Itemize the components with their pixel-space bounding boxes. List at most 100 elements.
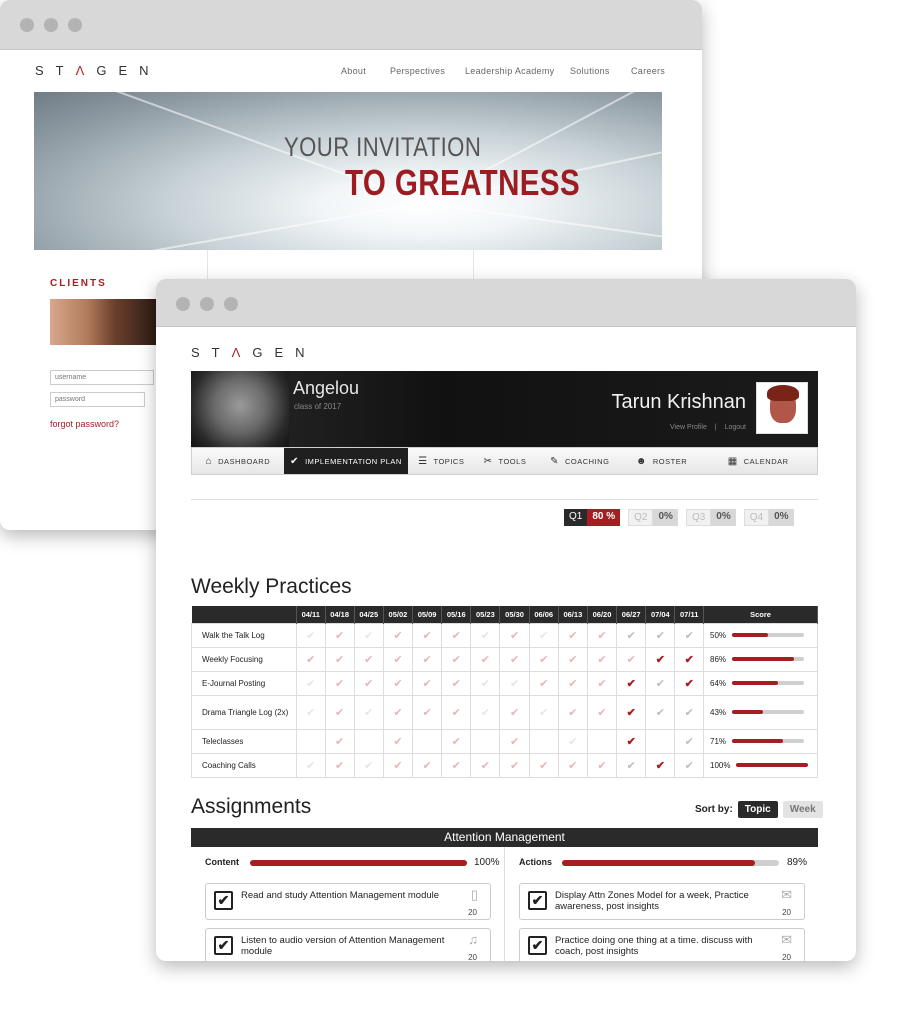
week-cell[interactable]: ✔ [645, 694, 676, 730]
week-cell[interactable]: ✔ [382, 646, 414, 672]
week-cell[interactable]: ✔ [586, 646, 618, 672]
week-cell[interactable]: ✔ [499, 622, 530, 648]
assignment-card[interactable]: ✔ Display Attn Zones Model for a week, Pr… [519, 883, 805, 920]
week-cell[interactable]: ✔ [674, 752, 704, 778]
week-cell[interactable]: ✔ [674, 728, 704, 754]
week-cell[interactable]: ✔ [382, 622, 414, 648]
window-close-dot[interactable] [20, 18, 34, 32]
week-cell[interactable]: ✔ [470, 646, 501, 672]
week-cell[interactable]: ✔ [586, 622, 618, 648]
week-cell[interactable]: ✔ [616, 670, 647, 696]
week-cell[interactable]: ✔ [470, 752, 501, 778]
week-cell[interactable]: ✔ [296, 646, 326, 672]
week-cell[interactable]: ✔ [470, 694, 501, 730]
week-cell[interactable]: ✔ [470, 670, 501, 696]
window-minimize-dot[interactable] [200, 297, 214, 311]
week-cell[interactable]: ✔ [296, 622, 326, 648]
week-cell[interactable]: ✔ [324, 622, 355, 648]
quarter-badge-q3[interactable]: Q3 0% [685, 509, 736, 526]
tab-dashboard[interactable]: ⌂ DASHBOARD [192, 448, 284, 474]
tab-roster[interactable]: ☻ ROSTER [624, 448, 700, 474]
week-cell[interactable]: ✔ [645, 752, 676, 778]
week-cell[interactable] [470, 728, 501, 754]
week-cell[interactable]: ✔ [528, 646, 559, 672]
logout-link[interactable]: Logout [725, 424, 746, 431]
week-cell[interactable]: ✔ [528, 622, 559, 648]
week-cell[interactable]: ✔ [296, 752, 326, 778]
window-maximize-dot[interactable] [68, 18, 82, 32]
week-cell[interactable]: ✔ [411, 752, 443, 778]
checkbox-checked[interactable]: ✔ [214, 936, 233, 955]
week-cell[interactable]: ✔ [499, 646, 530, 672]
week-cell[interactable]: ✔ [557, 622, 588, 648]
stagen-logo[interactable]: STΛGEN [191, 345, 317, 360]
week-cell[interactable] [353, 728, 384, 754]
week-cell[interactable] [645, 728, 676, 754]
week-cell[interactable]: ✔ [353, 622, 384, 648]
week-cell[interactable]: ✔ [441, 752, 472, 778]
week-cell[interactable]: ✔ [674, 646, 704, 672]
week-cell[interactable]: ✔ [324, 670, 355, 696]
week-cell[interactable]: ✔ [499, 694, 530, 730]
checkbox-checked[interactable]: ✔ [528, 936, 547, 955]
forgot-password-link[interactable]: forgot password? [50, 419, 119, 429]
week-cell[interactable]: ✔ [411, 646, 443, 672]
nav-careers[interactable]: Careers [631, 66, 665, 76]
week-cell[interactable]: ✔ [616, 728, 647, 754]
week-cell[interactable]: ✔ [674, 694, 704, 730]
week-cell[interactable]: ✔ [557, 646, 588, 672]
week-cell[interactable]: ✔ [411, 622, 443, 648]
week-cell[interactable]: ✔ [528, 752, 559, 778]
week-cell[interactable]: ✔ [411, 670, 443, 696]
checkbox-checked[interactable]: ✔ [528, 891, 547, 910]
week-cell[interactable]: ✔ [324, 646, 355, 672]
window-minimize-dot[interactable] [44, 18, 58, 32]
week-cell[interactable]: ✔ [586, 694, 618, 730]
week-cell[interactable]: ✔ [645, 670, 676, 696]
week-cell[interactable] [586, 728, 618, 754]
tab-tools[interactable]: ✂ TOOLS [474, 448, 536, 474]
password-input[interactable] [50, 392, 145, 407]
week-cell[interactable]: ✔ [441, 622, 472, 648]
week-cell[interactable] [528, 728, 559, 754]
week-cell[interactable]: ✔ [616, 622, 647, 648]
week-cell[interactable]: ✔ [324, 694, 355, 730]
week-cell[interactable]: ✔ [674, 670, 704, 696]
username-input[interactable] [50, 370, 154, 385]
week-cell[interactable]: ✔ [441, 728, 472, 754]
week-cell[interactable]: ✔ [557, 694, 588, 730]
nav-leadership-academy[interactable]: Leadership Academy [465, 66, 554, 76]
week-cell[interactable] [296, 728, 326, 754]
week-cell[interactable]: ✔ [586, 752, 618, 778]
week-cell[interactable]: ✔ [557, 728, 588, 754]
week-cell[interactable]: ✔ [353, 694, 384, 730]
week-cell[interactable]: ✔ [645, 646, 676, 672]
window-close-dot[interactable] [176, 297, 190, 311]
week-cell[interactable]: ✔ [324, 728, 355, 754]
tab-coaching[interactable]: ✎ COACHING [536, 448, 624, 474]
week-cell[interactable]: ✔ [441, 670, 472, 696]
week-cell[interactable]: ✔ [499, 670, 530, 696]
window-maximize-dot[interactable] [224, 297, 238, 311]
tab-implementation-plan[interactable]: ✔ IMPLEMENTATION PLAN [283, 448, 409, 474]
week-cell[interactable]: ✔ [616, 694, 647, 730]
nav-perspectives[interactable]: Perspectives [390, 66, 445, 76]
week-cell[interactable]: ✔ [353, 670, 384, 696]
week-cell[interactable]: ✔ [324, 752, 355, 778]
quarter-badge-q4[interactable]: Q4 0% [743, 509, 794, 526]
quarter-badge-q1[interactable]: Q1 80 % [564, 509, 621, 526]
week-cell[interactable]: ✔ [616, 646, 647, 672]
assignment-card[interactable]: ✔ Listen to audio version of Attention Ma… [205, 928, 491, 961]
week-cell[interactable]: ✔ [499, 728, 530, 754]
week-cell[interactable]: ✔ [296, 694, 326, 730]
week-cell[interactable]: ✔ [557, 752, 588, 778]
week-cell[interactable]: ✔ [382, 694, 414, 730]
week-cell[interactable]: ✔ [353, 752, 384, 778]
week-cell[interactable]: ✔ [674, 622, 704, 648]
week-cell[interactable]: ✔ [586, 670, 618, 696]
week-cell[interactable]: ✔ [528, 670, 559, 696]
week-cell[interactable]: ✔ [616, 752, 647, 778]
view-profile-link[interactable]: View Profile [670, 424, 707, 431]
week-cell[interactable]: ✔ [296, 670, 326, 696]
week-cell[interactable]: ✔ [382, 752, 414, 778]
